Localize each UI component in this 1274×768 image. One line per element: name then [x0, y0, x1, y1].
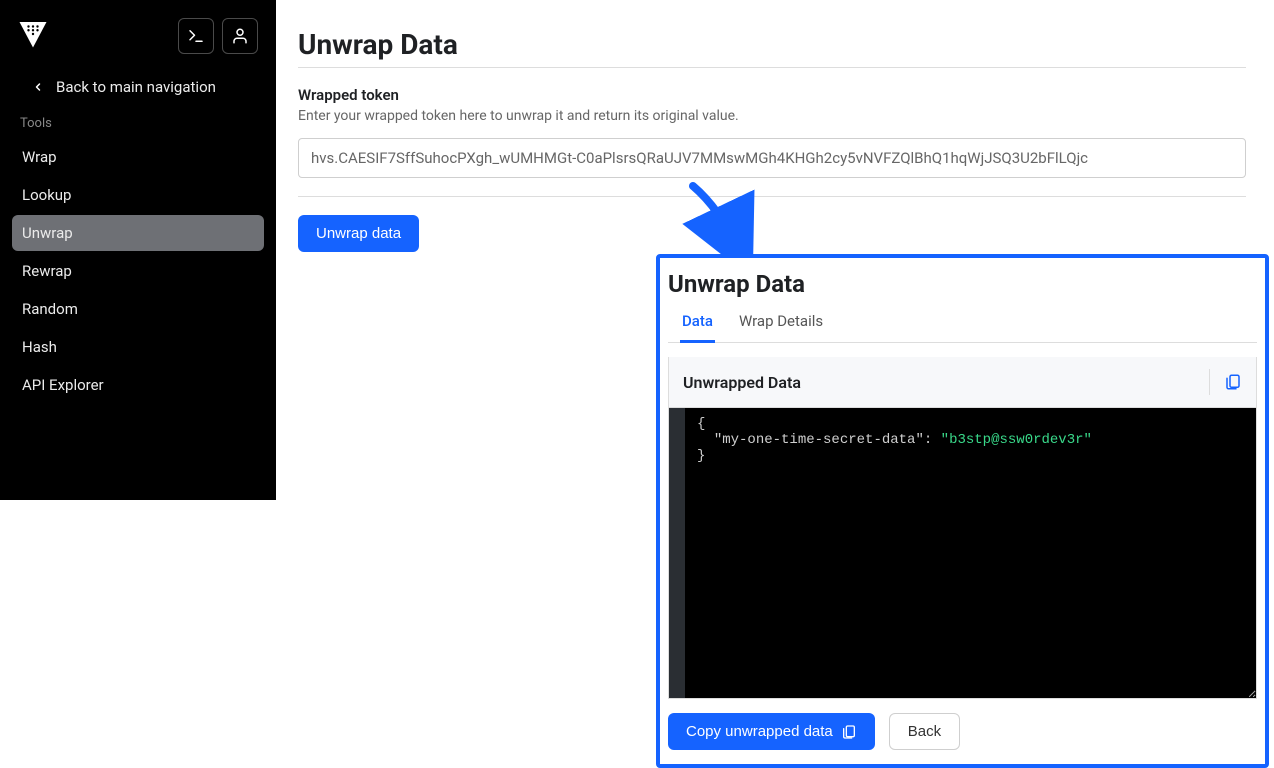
sidebar-item-label: Random [22, 300, 78, 318]
vault-logo [18, 19, 48, 53]
json-value: b3stp@ssw0rdev3r [949, 432, 1083, 448]
terminal-icon [187, 27, 205, 45]
sidebar-header [0, 0, 276, 64]
sidebar: Back to main navigation Tools Wrap Looku… [0, 0, 276, 500]
sidebar-item-unwrap[interactable]: Unwrap [12, 215, 264, 251]
sidebar-item-wrap[interactable]: Wrap [12, 139, 264, 175]
user-button[interactable] [222, 18, 258, 54]
tools-nav-list: Wrap Lookup Unwrap Rewrap Random Hash AP… [0, 139, 276, 403]
sidebar-item-rewrap[interactable]: Rewrap [12, 253, 264, 289]
sidebar-item-random[interactable]: Random [12, 291, 264, 327]
sidebar-item-label: Rewrap [22, 262, 72, 280]
back-label: Back to main navigation [56, 78, 216, 96]
sidebar-item-label: Unwrap [22, 224, 73, 242]
header-icon-group [178, 18, 258, 54]
sidebar-item-label: Hash [22, 338, 57, 356]
result-title: Unwrap Data [668, 266, 1257, 304]
tools-section-label: Tools [0, 116, 276, 139]
sidebar-item-lookup[interactable]: Lookup [12, 177, 264, 213]
wrapped-token-hint: Enter your wrapped token here to unwrap … [298, 108, 1246, 124]
unwrap-data-button[interactable]: Unwrap data [298, 215, 419, 252]
chevron-left-icon [32, 81, 44, 93]
copy-unwrapped-button[interactable]: Copy unwrapped data [668, 713, 875, 750]
unwrapped-data-title: Unwrapped Data [683, 373, 801, 392]
title-divider [298, 67, 1246, 68]
tab-data[interactable]: Data [680, 304, 715, 343]
tab-label: Data [682, 312, 713, 330]
wrapped-token-input[interactable] [298, 138, 1246, 178]
unwrapped-json-code[interactable]: { "my-one-time-secret-data": "b3stp@ssw0… [685, 408, 1256, 698]
result-actions: Copy unwrapped data Back [668, 713, 1257, 750]
back-button[interactable]: Back [889, 713, 960, 750]
terminal-button[interactable] [178, 18, 214, 54]
result-panel: Unwrap Data Data Wrap Details Unwrapped … [656, 254, 1269, 768]
main-content: Unwrap Data Wrapped token Enter your wra… [276, 0, 1274, 500]
vertical-divider [1209, 369, 1210, 395]
clipboard-icon [1224, 373, 1242, 391]
tab-wrap-details[interactable]: Wrap Details [737, 304, 825, 343]
tab-label: Wrap Details [739, 312, 823, 330]
wrapped-token-label: Wrapped token [298, 86, 1246, 104]
user-icon [231, 27, 249, 45]
copy-button-label: Copy unwrapped data [686, 723, 833, 740]
unwrap-button-label: Unwrap data [316, 225, 401, 242]
unwrapped-data-header: Unwrapped Data [668, 357, 1257, 408]
sidebar-item-label: Wrap [22, 148, 57, 166]
code-gutter [669, 408, 685, 698]
clipboard-icon [841, 724, 857, 740]
data-header-actions [1209, 369, 1242, 395]
sidebar-item-api-explorer[interactable]: API Explorer [12, 367, 264, 403]
back-to-main-nav[interactable]: Back to main navigation [0, 64, 276, 116]
page-title: Unwrap Data [298, 28, 1246, 61]
sidebar-item-label: Lookup [22, 186, 71, 204]
sidebar-item-label: API Explorer [22, 376, 104, 394]
back-button-label: Back [908, 723, 941, 740]
sidebar-item-hash[interactable]: Hash [12, 329, 264, 365]
code-block-wrap: { "my-one-time-secret-data": "b3stp@ssw0… [668, 408, 1257, 699]
form-divider [298, 196, 1246, 197]
result-tabs: Data Wrap Details [668, 304, 1257, 343]
copy-json-button[interactable] [1224, 373, 1242, 391]
json-key: my-one-time-secret-data [722, 432, 915, 448]
